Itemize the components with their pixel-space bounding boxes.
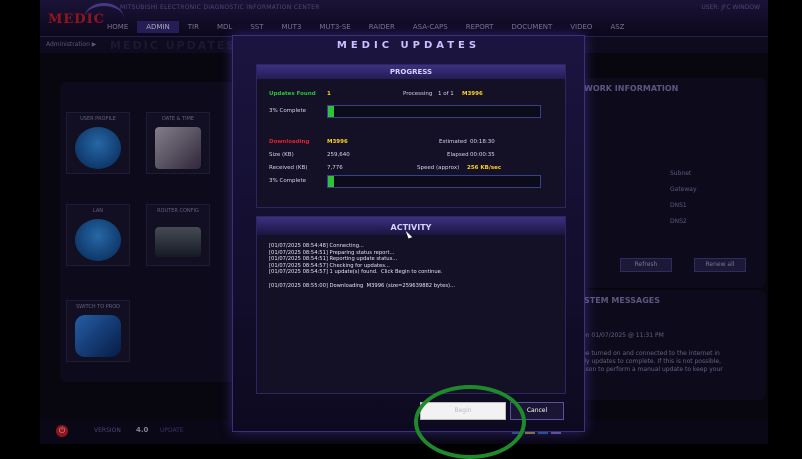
downloading-label: Downloading bbox=[269, 139, 310, 145]
progress-header: PROGRESS bbox=[257, 65, 565, 79]
received-value: 7,776 bbox=[327, 165, 343, 171]
elapsed-value: 00:00:35 bbox=[470, 152, 495, 158]
activity-log: [01/07/2025 08:54:48] Connecting... [01/… bbox=[269, 243, 456, 289]
download-progress-fill bbox=[328, 176, 335, 187]
estimated-label: Estimated bbox=[439, 139, 467, 145]
activity-section: ACTIVITY [01/07/2025 08:54:48] Connectin… bbox=[256, 216, 566, 394]
overall-progress-fill bbox=[328, 106, 335, 117]
elapsed-label: Elapsed bbox=[447, 152, 469, 158]
speed-label: Speed (approx) bbox=[417, 165, 460, 171]
processing-label: Processing bbox=[403, 91, 433, 97]
processing-item: M3996 bbox=[462, 91, 483, 97]
processing-value: 1 of 1 bbox=[438, 91, 454, 97]
downloading-item: M3996 bbox=[327, 139, 348, 145]
estimated-value: 00:18:30 bbox=[470, 139, 495, 145]
activity-header: ACTIVITY bbox=[257, 217, 565, 235]
dialog-title: MEDIC UPDATES bbox=[336, 40, 481, 51]
size-value: 259,640 bbox=[327, 152, 350, 158]
received-label: Received (KB) bbox=[269, 165, 308, 171]
annotation-circle bbox=[414, 385, 526, 459]
download-percent-label: 3% Complete bbox=[269, 178, 306, 184]
speed-value: 256 KB/sec bbox=[467, 165, 502, 171]
updates-found-value: 1 bbox=[327, 91, 331, 97]
progress-section: PROGRESS Updates Found 1 Processing 1 of… bbox=[256, 64, 566, 208]
size-label: Size (KB) bbox=[269, 152, 294, 158]
download-progress-bar bbox=[327, 175, 541, 188]
updates-found-label: Updates Found bbox=[269, 91, 316, 97]
overall-percent-label: 3% Complete bbox=[269, 108, 306, 114]
overall-progress-bar bbox=[327, 105, 541, 118]
